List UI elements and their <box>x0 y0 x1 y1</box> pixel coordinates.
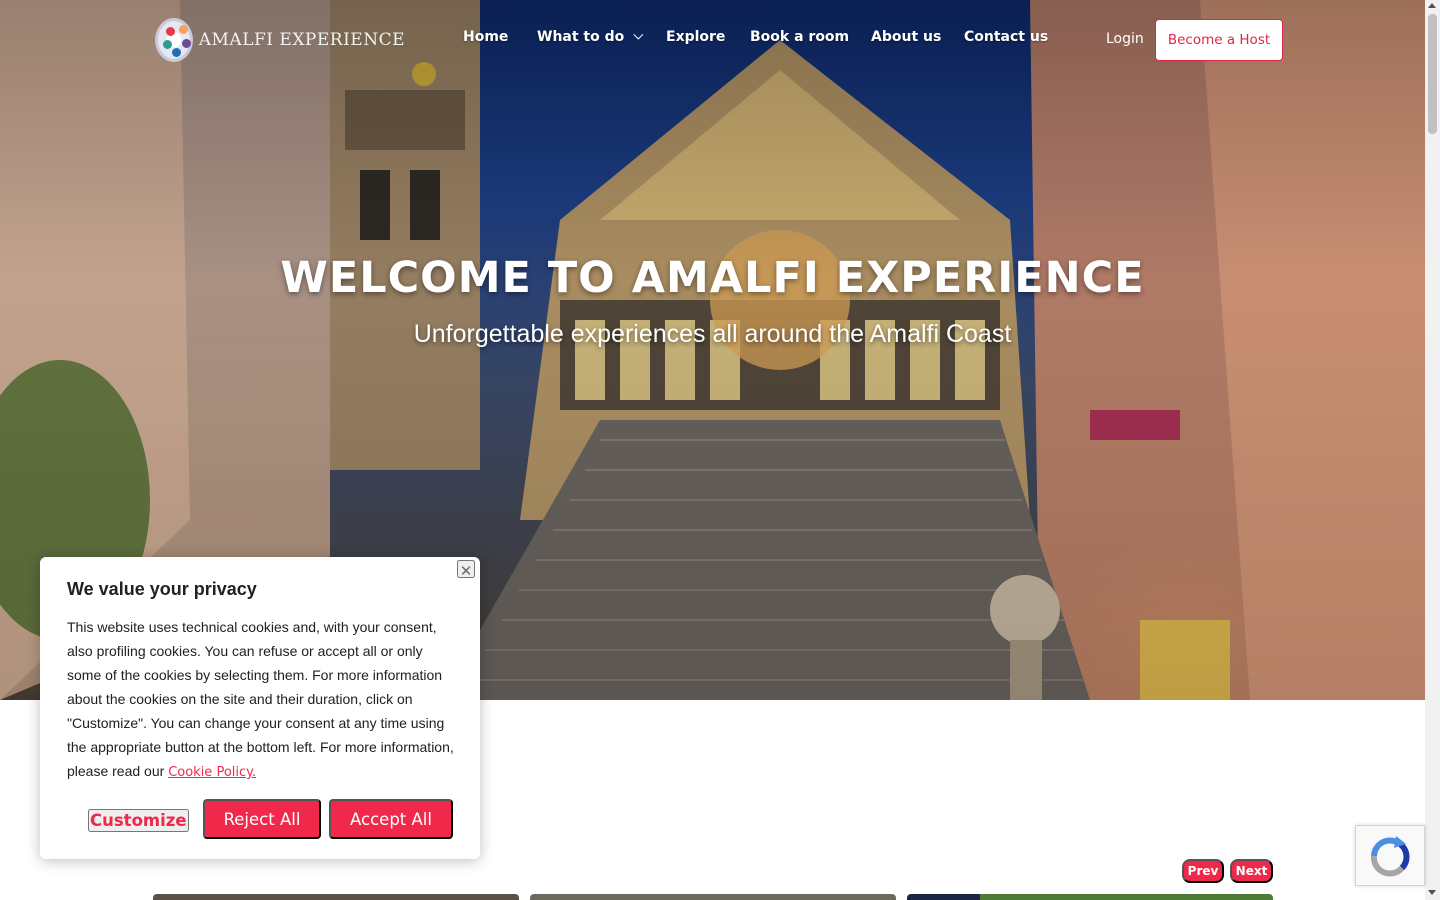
cookie-title: We value your privacy <box>67 579 257 599</box>
accept-all-button[interactable]: Accept All <box>329 799 453 839</box>
cookie-consent-dialog: ✕ We value your privacy This website use… <box>40 557 480 859</box>
hero-subtitle: Unforgettable experiences all around the… <box>413 320 1012 348</box>
nav-book-a-room[interactable]: Book a room <box>750 29 849 45</box>
cookie-description: This website uses technical cookies and,… <box>67 615 457 785</box>
carousel-card[interactable] <box>530 894 896 900</box>
scroll-up-icon[interactable] <box>1428 3 1436 8</box>
carousel-card[interactable] <box>907 894 1273 900</box>
scroll-thumb[interactable] <box>1428 14 1437 134</box>
nav-contact-us[interactable]: Contact us <box>964 29 1048 45</box>
carousel-prev-button[interactable]: Prev <box>1182 859 1224 883</box>
nav-about-us[interactable]: About us <box>871 29 941 45</box>
customize-button[interactable]: Customize <box>88 809 189 832</box>
nav-what-to-do-label: What to do <box>537 29 625 45</box>
recaptcha-icon <box>1370 836 1410 877</box>
close-icon[interactable]: ✕ <box>457 560 475 580</box>
nav-explore[interactable]: Explore <box>666 29 725 45</box>
cookie-policy-link[interactable]: Cookie Policy. <box>168 765 256 780</box>
site-logo[interactable]: AMALFI EXPERIENCE <box>155 15 405 65</box>
logo-icon <box>155 18 193 62</box>
recaptcha-badge[interactable] <box>1355 825 1425 886</box>
become-a-host-button[interactable]: Become a Host <box>1155 19 1283 61</box>
nav-what-to-do[interactable]: What to do <box>537 29 644 45</box>
reject-all-button[interactable]: Reject All <box>203 799 321 839</box>
scroll-down-icon[interactable] <box>1428 890 1436 895</box>
login-link[interactable]: Login <box>1106 31 1144 47</box>
cookie-body-text: This website uses technical cookies and,… <box>67 619 454 779</box>
page-scrollbar[interactable] <box>1425 0 1440 900</box>
carousel-card[interactable] <box>153 894 519 900</box>
logo-text: AMALFI EXPERIENCE <box>198 30 405 50</box>
hero-title: WELCOME TO AMALFI EXPERIENCE <box>280 253 1145 303</box>
nav-home[interactable]: Home <box>463 29 508 45</box>
carousel-next-button[interactable]: Next <box>1230 859 1273 883</box>
